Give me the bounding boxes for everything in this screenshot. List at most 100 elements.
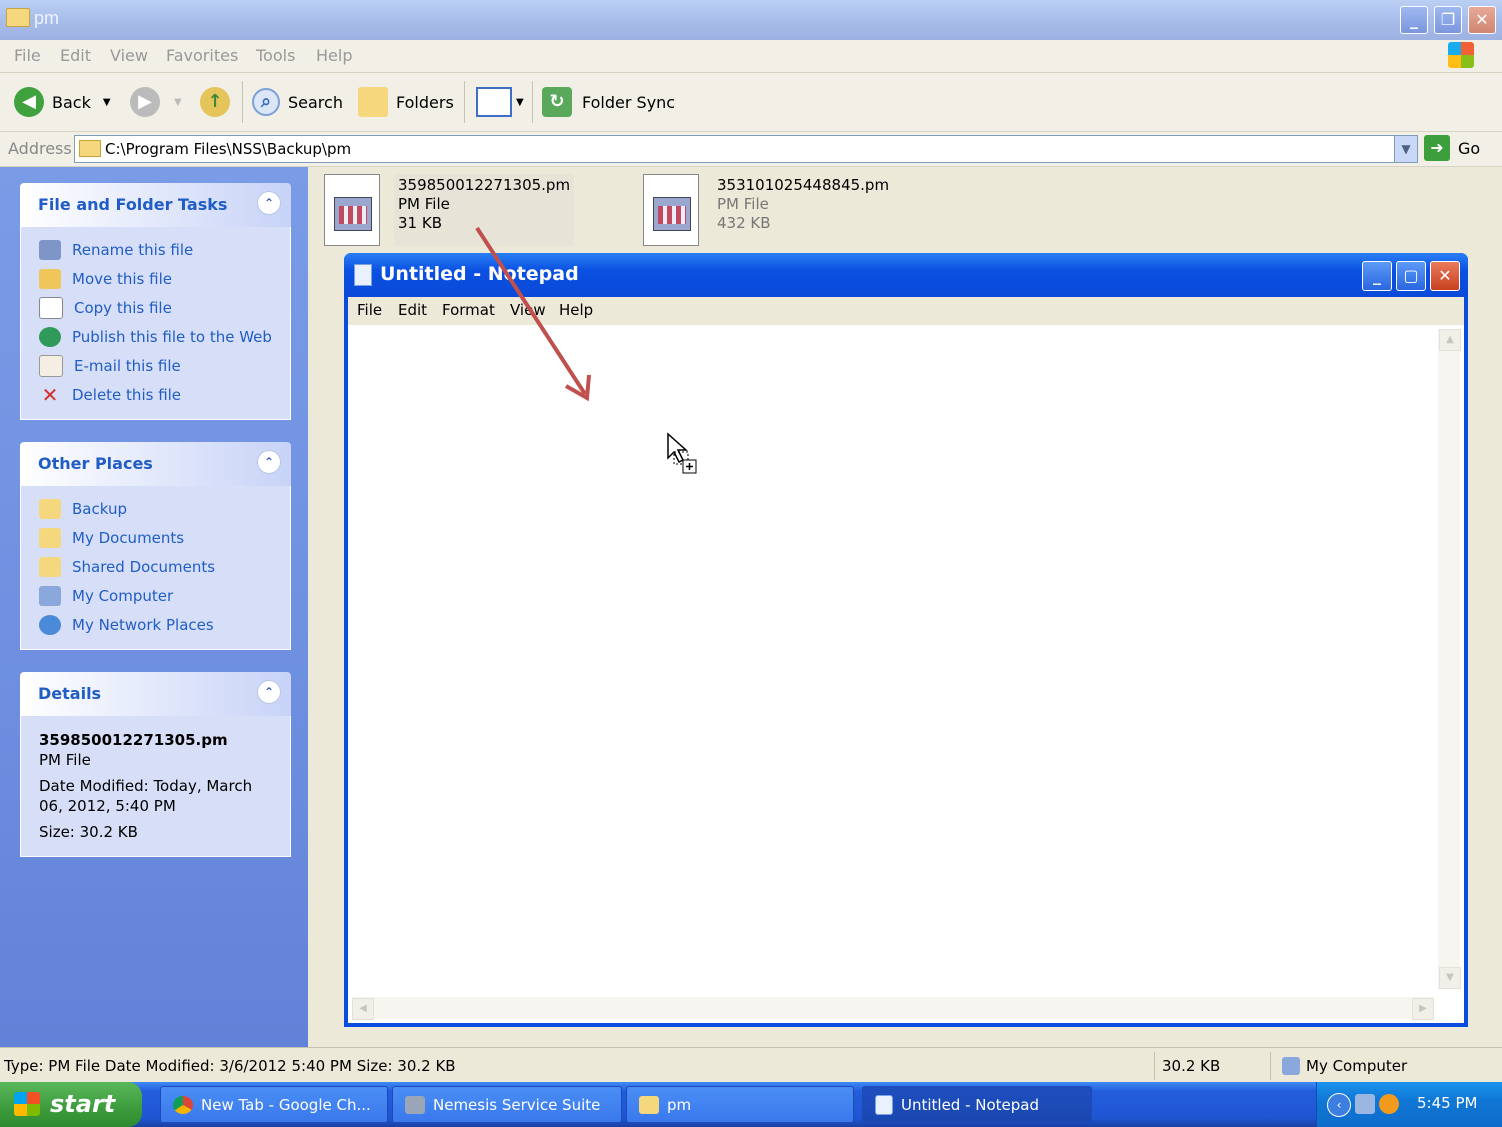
menu-bar: File Edit View Favorites Tools Help	[0, 40, 1502, 73]
notepad-menu-edit[interactable]: Edit	[398, 301, 427, 319]
task-label: Move this file	[72, 269, 172, 288]
place-shared-documents-link[interactable]: Shared Documents	[21, 552, 290, 581]
toolbar-divider	[242, 81, 243, 123]
menu-tools[interactable]: Tools	[256, 46, 295, 65]
go-button[interactable]: ➜ Go	[1424, 135, 1480, 161]
windows-logo-icon	[1448, 42, 1474, 68]
explorer-window: pm _ ❐ ✕ File Edit View Favorites Tools …	[0, 0, 1502, 1083]
search-button[interactable]: ⌕ Search	[252, 85, 343, 119]
restore-button[interactable]: ❐	[1434, 6, 1462, 34]
scroll-up-icon[interactable]: ▲	[1439, 329, 1461, 351]
notepad-menu-bar: File Edit Format View Help	[348, 297, 1464, 326]
taskbar-button-nemesis[interactable]: Nemesis Service Suite	[392, 1086, 622, 1123]
notepad-text-area[interactable]: ▲ ▼ ◀ ▶	[348, 325, 1464, 1023]
up-folder-button[interactable]: ↑	[200, 85, 230, 119]
chevron-down-icon[interactable]: ▼	[174, 97, 182, 108]
place-my-computer-link[interactable]: My Computer	[21, 581, 290, 610]
notepad-minimize-button[interactable]: _	[1362, 261, 1392, 291]
search-label: Search	[288, 92, 343, 112]
status-divider	[1154, 1052, 1155, 1080]
publish-file-link[interactable]: Publish this file to the Web	[21, 322, 290, 351]
folders-label: Folders	[396, 92, 454, 112]
collapse-icon[interactable]: ⌃	[257, 191, 281, 215]
menu-edit[interactable]: Edit	[60, 46, 91, 65]
taskbar-button-pm[interactable]: pm	[626, 1086, 854, 1123]
delete-file-link[interactable]: ✕ Delete this file	[21, 380, 290, 409]
collapse-icon[interactable]: ⌃	[257, 450, 281, 474]
app-tray-icon[interactable]	[1379, 1094, 1399, 1114]
file-item[interactable]: 353101025448845.pm PM File 432 KB	[643, 174, 893, 246]
address-input[interactable]: C:\Program Files\NSS\Backup\pm ▼	[74, 135, 1418, 163]
standard-toolbar: ◀ Back ▼ ▶ ▼ ↑ ⌕ Search Folders ▼ ↻ Fold…	[0, 73, 1502, 132]
menu-favorites[interactable]: Favorites	[166, 46, 238, 65]
taskbar-button-notepad[interactable]: Untitled - Notepad	[862, 1086, 1092, 1123]
back-arrow-icon: ◀	[14, 87, 44, 117]
copy-file-link[interactable]: Copy this file	[21, 293, 290, 322]
clock[interactable]: 5:45 PM	[1417, 1094, 1477, 1112]
file-size: 432 KB	[717, 214, 771, 232]
task-label: Copy this file	[74, 298, 172, 317]
notepad-menu-file[interactable]: File	[357, 301, 382, 319]
status-size: 30.2 KB	[1162, 1057, 1221, 1075]
place-backup-link[interactable]: Backup	[21, 494, 290, 523]
forward-button[interactable]: ▶ ▼	[130, 85, 182, 119]
chevron-down-icon[interactable]: ▼	[1394, 136, 1417, 162]
close-button[interactable]: ✕	[1468, 6, 1496, 34]
menu-file[interactable]: File	[14, 46, 41, 65]
folder-sync-button[interactable]: ↻ Folder Sync	[542, 85, 675, 119]
folder-sync-icon: ↻	[542, 87, 572, 117]
task-pane: File and Folder Tasks ⌃ Rename this file…	[0, 167, 308, 1047]
notepad-maximize-button[interactable]: ▢	[1396, 261, 1426, 291]
details-size: Size: 30.2 KB	[39, 823, 138, 841]
window-title: pm	[34, 8, 60, 28]
email-file-link[interactable]: E-mail this file	[21, 351, 290, 380]
place-network-link[interactable]: My Network Places	[21, 610, 290, 639]
place-my-documents-link[interactable]: My Documents	[21, 523, 290, 552]
scroll-right-icon[interactable]: ▶	[1412, 998, 1434, 1020]
rename-file-link[interactable]: Rename this file	[21, 235, 290, 264]
views-icon	[476, 87, 512, 117]
details-filename: 359850012271305.pm	[39, 731, 228, 749]
taskbar-button-chrome[interactable]: New Tab - Google Ch...	[160, 1086, 388, 1123]
back-label: Back	[52, 92, 91, 112]
place-label: Shared Documents	[72, 557, 216, 576]
menu-view[interactable]: View	[110, 46, 148, 65]
folder-icon	[39, 498, 61, 519]
move-file-link[interactable]: Move this file	[21, 264, 290, 293]
search-icon: ⌕	[252, 88, 280, 116]
place-label: Backup	[72, 499, 127, 518]
notepad-close-button[interactable]: ✕	[1430, 261, 1460, 291]
status-text: Type: PM File Date Modified: 3/6/2012 5:…	[4, 1057, 456, 1075]
minimize-button[interactable]: _	[1400, 6, 1428, 34]
vertical-scrollbar[interactable]: ▲ ▼	[1438, 329, 1461, 989]
back-button[interactable]: ◀ Back ▼	[14, 85, 111, 119]
address-path: C:\Program Files\NSS\Backup\pm	[105, 140, 352, 158]
notepad-menu-help[interactable]: Help	[559, 301, 593, 319]
chevron-down-icon[interactable]: ▼	[103, 97, 111, 108]
file-item[interactable]: 359850012271305.pm PM File 31 KB	[324, 174, 575, 246]
horizontal-scrollbar[interactable]: ◀ ▶	[352, 997, 1434, 1020]
views-button[interactable]: ▼	[476, 85, 524, 119]
folders-button[interactable]: Folders	[358, 85, 454, 119]
show-hidden-icons-icon[interactable]: ‹	[1327, 1093, 1351, 1117]
computer-icon	[39, 585, 61, 606]
panel-header[interactable]: Details ⌃	[20, 672, 291, 716]
panel-header[interactable]: Other Places ⌃	[20, 442, 291, 486]
start-button[interactable]: start	[0, 1082, 142, 1127]
collapse-icon[interactable]: ⌃	[257, 680, 281, 704]
notepad-menu-view[interactable]: View	[510, 301, 546, 319]
explorer-title-bar[interactable]: pm _ ❐ ✕	[0, 0, 1502, 41]
scroll-down-icon[interactable]: ▼	[1439, 967, 1461, 989]
details-type: PM File	[39, 751, 91, 769]
chevron-down-icon[interactable]: ▼	[516, 97, 524, 108]
scroll-left-icon[interactable]: ◀	[352, 998, 374, 1020]
menu-help[interactable]: Help	[316, 46, 352, 65]
copy-icon	[39, 296, 63, 319]
envelope-icon	[39, 354, 63, 377]
notepad-menu-format[interactable]: Format	[442, 301, 495, 319]
panel-header[interactable]: File and Folder Tasks ⌃	[20, 183, 291, 227]
notepad-title-bar[interactable]: Untitled - Notepad _ ▢ ✕	[344, 253, 1468, 297]
network-icon[interactable]	[1355, 1094, 1375, 1114]
drag-copy-cursor-icon	[667, 432, 697, 474]
taskbar-button-label: Untitled - Notepad	[901, 1095, 1040, 1114]
